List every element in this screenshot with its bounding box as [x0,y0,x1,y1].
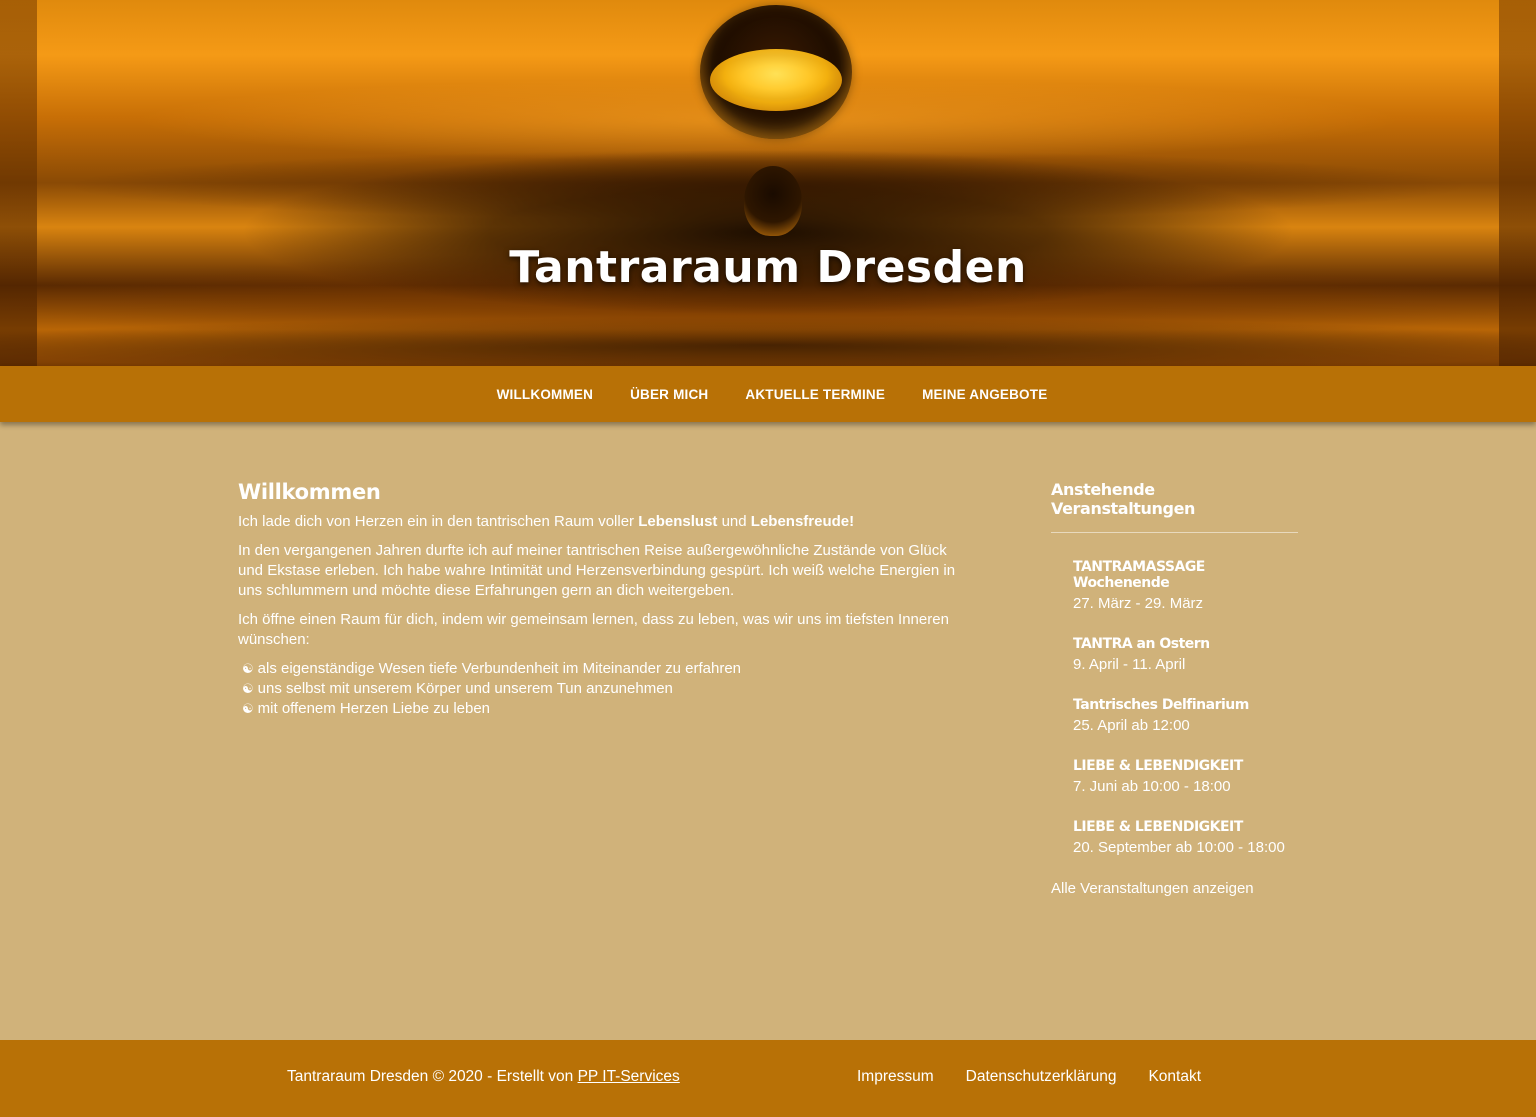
hero-edge-left [0,0,37,366]
nav-item-meine-angebote[interactable]: MEINE ANGEBOTE [922,387,1047,402]
footer-copyright: Tantraraum Dresden © 2020 - Erstellt von… [287,1068,680,1086]
page-heading: Willkommen [238,480,381,504]
event-title-link[interactable]: LIEBE & LEBENDIGKEIT [1073,758,1298,774]
event-item: Tantrisches Delfinarium 25. April ab 12:… [1073,697,1298,736]
impressum-link[interactable]: Impressum [857,1068,934,1086]
intro-paragraph: Ich lade dich von Herzen ein in den tant… [238,512,973,532]
site-title: Tantraraum Dresden [509,242,1027,293]
event-date: 27. März - 29. März [1073,595,1204,612]
main-navigation: WILLKOMMEN ÜBER MICH AKTUELLE TERMINE ME… [0,366,1536,422]
event-item: LIEBE & LEBENDIGKEIT 20. September ab 10… [1073,819,1298,858]
event-title-link[interactable]: Tantrisches Delfinarium [1073,697,1298,713]
nav-item-aktuelle-termine[interactable]: AKTUELLE TERMINE [745,387,885,402]
developer-link[interactable]: PP IT-Services [578,1068,680,1085]
intro-text: Ich lade dich von Herzen ein in den tant… [238,513,639,530]
list-item-text: uns selbst mit unserem Körper und unsere… [257,680,673,697]
event-date: 9. April - 11. April [1073,656,1186,673]
water-droplet-image [700,5,852,139]
event-date: 7. Juni ab 10:00 - 18:00 [1073,778,1231,795]
datenschutz-link[interactable]: Datenschutzerklärung [966,1068,1117,1086]
events-sidebar: Anstehende Veranstaltungen TANTRAMASSAGE… [1051,480,1298,897]
footer-links: Impressum Datenschutzerklärung Kontakt [857,1068,1201,1086]
wishes-list: ☯ als eigenständige Wesen tiefe Verbunden… [242,659,973,719]
event-title-link[interactable]: LIEBE & LEBENDIGKEIT [1073,819,1298,835]
event-item: LIEBE & LEBENDIGKEIT 7. Juni ab 10:00 - … [1073,758,1298,797]
event-date: 20. September ab 10:00 - 18:00 [1073,839,1285,856]
event-date: 25. April ab 12:00 [1073,717,1190,734]
list-item: ☯ uns selbst mit unserem Körper und unser… [242,679,973,699]
event-item: TANTRA an Ostern 9. April - 11. April [1073,636,1298,675]
yin-yang-icon: ☯ [242,701,254,716]
nav-item-ueber-mich[interactable]: ÜBER MICH [630,387,708,402]
water-droplet-small-image [744,166,802,236]
all-events-link[interactable]: Alle Veranstaltungen anzeigen [1051,880,1298,897]
body-paragraph-1: In den vergangenen Jahren durfte ich auf… [238,542,956,599]
list-item: ☯ mit offenem Herzen Liebe zu leben [242,699,973,719]
kontakt-link[interactable]: Kontakt [1148,1068,1201,1086]
intro-text-mid: und [717,513,751,530]
intro-bold-lebenslust: Lebenslust [638,513,718,530]
list-item-text: als eigenständige Wesen tiefe Verbundenh… [257,660,742,677]
sidebar-heading: Anstehende Veranstaltungen [1051,480,1298,533]
main-content: Willkommen Ich lade dich von Herzen ein … [238,480,973,719]
hero-banner: Tantraraum Dresden [0,0,1536,366]
list-item: ☯ als eigenständige Wesen tiefe Verbunden… [242,659,973,679]
yin-yang-icon: ☯ [242,681,254,696]
yin-yang-icon: ☯ [242,661,254,676]
event-title-link[interactable]: TANTRA an Ostern [1073,636,1298,652]
event-item: TANTRAMASSAGE Wochenende 27. März - 29. … [1073,559,1298,614]
body-paragraph-2: Ich öffne einen Raum für dich, indem wir… [238,611,949,648]
event-title-link[interactable]: TANTRAMASSAGE Wochenende [1073,559,1298,591]
site-footer: Tantraraum Dresden © 2020 - Erstellt von… [0,1040,1536,1117]
intro-bold-lebensfreude: Lebensfreude! [750,513,855,530]
hero-edge-right [1499,0,1536,366]
nav-item-willkommen[interactable]: WILLKOMMEN [497,387,593,402]
list-item-text: mit offenem Herzen Liebe zu leben [257,700,491,717]
copyright-text: Tantraraum Dresden © 2020 - Erstellt von [287,1068,578,1085]
